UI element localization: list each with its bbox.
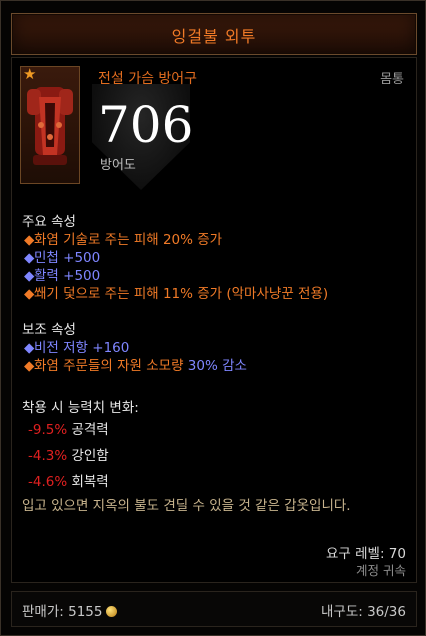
item-slot: 몸통 xyxy=(380,72,404,87)
primary-affix: ◆활력 +500 xyxy=(24,268,101,284)
stat-change-row: -9.5% 공격력 xyxy=(28,422,109,438)
armor-label: 방어도 xyxy=(100,158,136,173)
primary-affix: ◆화염 기술로 주는 피해 20% 증가 xyxy=(24,232,223,248)
primary-attributes-header: 주요 속성 xyxy=(22,214,76,230)
gold-coin-icon xyxy=(106,606,118,617)
item-title-bar: 잉걸불 외투 xyxy=(11,13,417,55)
item-icon-frame: ★ xyxy=(20,65,80,184)
flavor-text: 입고 있으면 지옥의 불도 견딜 수 있을 것 같은 갑옷입니다. xyxy=(22,498,351,514)
item-name: 잉걸불 외투 xyxy=(171,27,257,46)
stat-change-row: -4.6% 회복력 xyxy=(28,474,109,490)
durability: 내구도: 36/36 xyxy=(320,604,406,620)
chest-armor-icon xyxy=(27,87,73,165)
item-tooltip: 잉걸불 외투 ★ 전설 가슴 방어구 몸통 706 방어도 주요 속성 ◆화염 … xyxy=(0,0,426,636)
item-details: ★ 전설 가슴 방어구 몸통 706 방어도 주요 속성 ◆화염 기술로 주는 … xyxy=(11,57,417,583)
account-bound: 계정 귀속 xyxy=(356,563,406,578)
sell-price: 판매가: 5155 xyxy=(22,600,118,620)
secondary-affix: ◆비전 저항 +160 xyxy=(24,340,130,356)
primary-affix: ◆민첩 +500 xyxy=(24,250,101,266)
legendary-affix-icon: ◆ xyxy=(24,358,35,374)
tooltip-footer: 판매가: 5155 내구도: 36/36 xyxy=(11,591,417,627)
item-type: 전설 가슴 방어구 xyxy=(98,71,198,87)
legendary-affix-icon: ◆ xyxy=(24,286,35,302)
primary-affix: ◆쐐기 덫으로 주는 피해 11% 증가 (악마사냥꾼 전용) xyxy=(24,286,329,302)
stat-change-row: -4.3% 강인함 xyxy=(28,448,109,464)
equip-changes-header: 착용 시 능력치 변화: xyxy=(22,400,139,416)
secondary-attributes-header: 보조 속성 xyxy=(22,322,76,338)
secondary-affix: ◆화염 주문들의 자원 소모량 30% 감소 xyxy=(24,358,247,374)
required-level: 요구 레벨: 70 xyxy=(326,546,406,562)
armor-value: 706 xyxy=(98,96,194,154)
